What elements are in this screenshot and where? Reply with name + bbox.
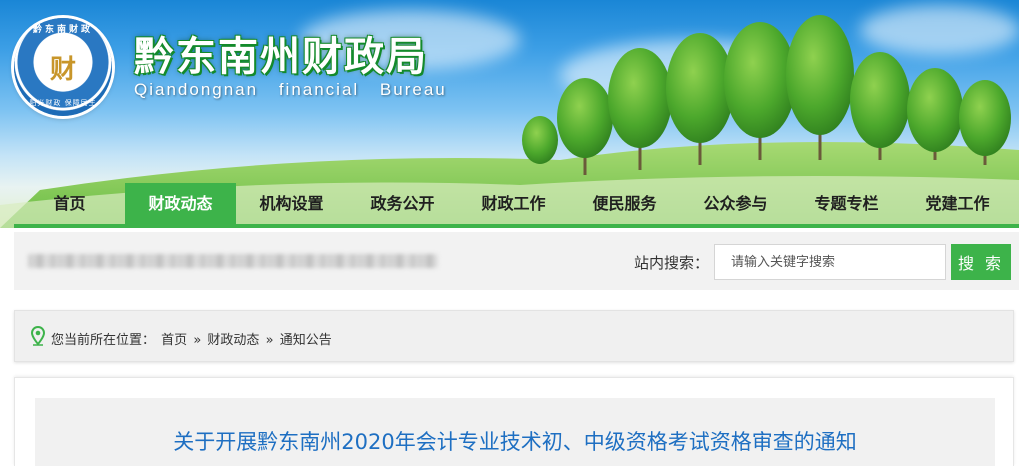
nav-item-government-affairs[interactable]: 政务公开: [347, 183, 458, 224]
logo-motto: 阳光财政 保障民生: [29, 99, 97, 107]
nav-item-finance-news[interactable]: 财政动态: [125, 183, 236, 224]
breadcrumb: 您当前所在位置： 首页 » 财政动态 » 通知公告: [14, 310, 1014, 362]
breadcrumb-separator: »: [265, 333, 274, 348]
article-title: 关于开展黔东南州2020年会计专业技术初、中级资格考试资格审查的通知: [173, 430, 857, 454]
nav-item-organization[interactable]: 机构设置: [236, 183, 347, 224]
main-nav: 首页 财政动态 机构设置 政务公开 财政工作 便民服务 公众参与 专题专栏 党建…: [0, 183, 1019, 224]
nav-item-finance-work[interactable]: 财政工作: [458, 183, 569, 224]
nav-divider: [14, 224, 1019, 228]
site-title: 黔东南州财政局: [134, 33, 428, 80]
location-pin-icon: [31, 326, 45, 346]
breadcrumb-text: 您当前所在位置： 首页 » 财政动态 » 通知公告: [51, 329, 334, 348]
nav-item-party-building[interactable]: 党建工作: [902, 183, 1013, 224]
breadcrumb-item-notices[interactable]: 通知公告: [280, 333, 332, 348]
nav-item-home[interactable]: 首页: [14, 183, 125, 224]
breadcrumb-separator: »: [193, 333, 202, 348]
search-label: 站内搜索：: [634, 254, 710, 272]
nav-item-public-participation[interactable]: 公众参与: [680, 183, 791, 224]
search-bar-row: 站内搜索： 搜 索: [14, 232, 1019, 290]
search-button[interactable]: 搜 索: [951, 244, 1011, 280]
nav-item-special-topics[interactable]: 专题专栏: [791, 183, 902, 224]
breadcrumb-item-home[interactable]: 首页: [161, 333, 187, 348]
bureau-logo[interactable]: 黔东南财政 财 阳光财政 保障民生: [14, 18, 112, 116]
breadcrumb-prefix: 您当前所在位置：: [51, 333, 156, 348]
site-subtitle: Qiandongnan financial Bureau: [134, 80, 447, 99]
article-container: 关于开展黔东南州2020年会计专业技术初、中级资格考试资格审查的通知: [14, 377, 1014, 466]
blurred-date-text: [28, 254, 438, 268]
breadcrumb-item-finance-news[interactable]: 财政动态: [207, 333, 259, 348]
logo-ring-text: 黔东南财政: [32, 25, 93, 35]
article-header: 关于开展黔东南州2020年会计专业技术初、中级资格考试资格审查的通知: [35, 398, 995, 466]
search-input[interactable]: [714, 244, 946, 280]
nav-item-public-services[interactable]: 便民服务: [569, 183, 680, 224]
logo-emblem-icon: 财: [49, 54, 76, 85]
